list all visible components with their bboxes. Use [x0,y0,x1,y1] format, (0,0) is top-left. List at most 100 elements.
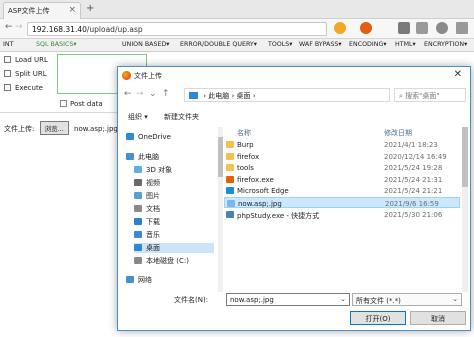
file-scrollbar[interactable] [462,127,468,292]
extension-icon[interactable] [334,22,346,34]
edge-icon [226,187,234,195]
sidebar-toggle-icon[interactable] [416,22,428,34]
desktop-icon [134,244,142,251]
nav-item-documents[interactable]: 文档 [134,204,160,214]
chevron-down-icon[interactable]: ⌄ [340,295,346,303]
nav-label: OneDrive [138,133,171,141]
library-icon[interactable] [398,22,410,34]
file-row[interactable]: tools 2021/5/24 19:28 [224,162,460,173]
hackbar-int[interactable]: INT [3,41,13,48]
open-button[interactable]: 打开(O) [350,311,406,325]
back-arrow-icon[interactable]: ← [124,89,132,99]
folder-icon [226,164,234,172]
scroll-thumb[interactable] [462,127,468,187]
hackbar-item[interactable]: HTML▾ [395,41,416,48]
tab-close-icon[interactable]: × [68,5,76,15]
execute-button[interactable]: Execute [4,84,43,92]
column-header-date[interactable]: 修改日期 [384,128,412,138]
nav-label: 图片 [146,192,160,200]
file-name: Burp [237,141,254,149]
forward-arrow-icon[interactable]: → [15,22,23,32]
dialog-title-bar: 文件上传 ✕ [118,67,470,84]
breadcrumb-item[interactable]: 此电脑 [208,92,229,100]
filename-input[interactable]: now.asp;.jpg ⌄ [226,293,350,306]
nav-item-pictures[interactable]: 图片 [134,191,160,201]
split-url-button[interactable]: Split URL [4,70,47,78]
command-bar: 组织 ▾ 新建文件夹 [128,112,213,122]
browser-tab[interactable]: ASP文件上传 × [3,2,81,19]
post-data-check-icon[interactable] [60,100,67,107]
file-name: now.asp;.jpg [238,200,282,208]
addon-icon[interactable] [360,22,372,34]
hackbar-item[interactable]: SQL BASICS▾ [36,41,77,48]
breadcrumb-item[interactable]: 桌面 [237,92,251,100]
breadcrumb-separator: › [250,92,256,100]
folder-icon [226,141,234,148]
new-tab-button[interactable]: + [86,3,94,14]
file-row[interactable]: phpStudy.exe - 快捷方式 2021/5/30 21:06 [224,209,460,220]
navigation-pane: OneDrive 此电脑 3D 对象 视频 图片 文档 下载 音乐 桌面 本地磁… [126,127,216,287]
breadcrumb-separator: › [229,92,237,100]
file-name: firefox [237,152,260,161]
file-name: phpStudy.exe - 快捷方式 [237,211,320,220]
file-row[interactable]: firefox.exe 2021/5/24 21:31 [224,174,460,185]
cancel-button[interactable]: 取消 [410,311,466,325]
back-arrow-icon[interactable]: ← [5,22,13,32]
new-folder-button[interactable]: 新建文件夹 [164,113,199,121]
search-placeholder: 搜索"桌面" [405,92,440,100]
nav-item-this-pc[interactable]: 此电脑 [126,152,159,162]
chevron-down-icon[interactable]: ⌄ [149,89,157,99]
nav-label: 下载 [146,218,160,226]
url-input[interactable]: 192.168.31.40/upload/up.asp [27,22,327,36]
search-input[interactable]: ⌕ 搜索"桌面" [394,88,466,102]
menu-icon[interactable] [456,22,468,34]
nav-scrollbar[interactable] [218,127,223,292]
file-row[interactable]: Burp 2021/4/1 18:23 [224,139,460,150]
cube-icon [134,166,142,173]
url-path: /upload/up.asp [86,25,143,34]
file-row[interactable]: now.asp;.jpg 2021/9/6 16:59 [224,197,460,208]
hackbar-item[interactable]: ERROR/DOUBLE QUERY▾ [180,41,257,48]
selected-file-name: now.asp;.jpg [74,125,118,133]
nav-item-network[interactable]: 网络 [126,275,152,285]
file-date: 2021/9/6 16:59 [385,200,439,208]
nav-item-3d-objects[interactable]: 3D 对象 [134,165,172,175]
hackbar-item[interactable]: UNION BASED▾ [122,41,169,48]
organize-button[interactable]: 组织 ▾ [128,113,148,121]
nav-label: 桌面 [146,244,160,252]
filename-label: 文件名(N): [174,296,209,304]
nav-item-music[interactable]: 音乐 [134,230,160,240]
load-url-label: Load URL [15,56,48,64]
nav-item-local-disk[interactable]: 本地磁盘 (C:) [134,256,189,266]
close-icon[interactable]: ✕ [454,69,462,80]
nav-item-videos[interactable]: 视频 [134,178,160,188]
forward-arrow-icon[interactable]: → [136,89,144,99]
post-data-label: Post data [70,100,103,108]
file-row[interactable]: firefox 2020/12/14 16:49 [224,151,460,162]
hackbar-item[interactable]: WAF BYPASS▾ [299,41,342,48]
path-breadcrumb[interactable]: › 此电脑 › 桌面 › [184,88,390,102]
navigation-bar: ← → 192.168.31.40/upload/up.asp [0,19,474,39]
nav-item-desktop[interactable]: 桌面 [134,243,214,253]
nav-item-downloads[interactable]: 下载 [134,217,160,227]
filetype-select[interactable]: 所有文件 (*.*) ⌄ [352,293,462,306]
file-row[interactable]: Microsoft Edge 2021/5/24 21:21 [224,185,460,196]
music-icon [134,231,142,238]
scroll-thumb[interactable] [218,137,223,177]
split-url-label: Split URL [15,70,47,78]
post-data-checkbox[interactable]: Post data [60,100,103,108]
column-header-name[interactable]: 名称 [237,128,251,138]
file-name: firefox.exe [237,175,274,184]
split-url-icon [4,70,11,77]
load-url-button[interactable]: Load URL [4,56,48,64]
browse-button[interactable]: 浏览... [39,121,69,135]
account-icon[interactable] [436,22,448,34]
hackbar-item[interactable]: ENCRYPTION▾ [424,41,467,48]
document-icon [134,205,142,212]
file-date: 2021/4/1 18:23 [384,141,438,149]
nav-item-onedrive[interactable]: OneDrive [126,133,171,141]
up-arrow-icon[interactable]: ↑ [162,89,170,99]
hackbar-item[interactable]: ENCODING▾ [349,41,387,48]
hackbar-item[interactable]: TOOLS▾ [268,41,292,48]
file-name: tools [237,164,254,173]
